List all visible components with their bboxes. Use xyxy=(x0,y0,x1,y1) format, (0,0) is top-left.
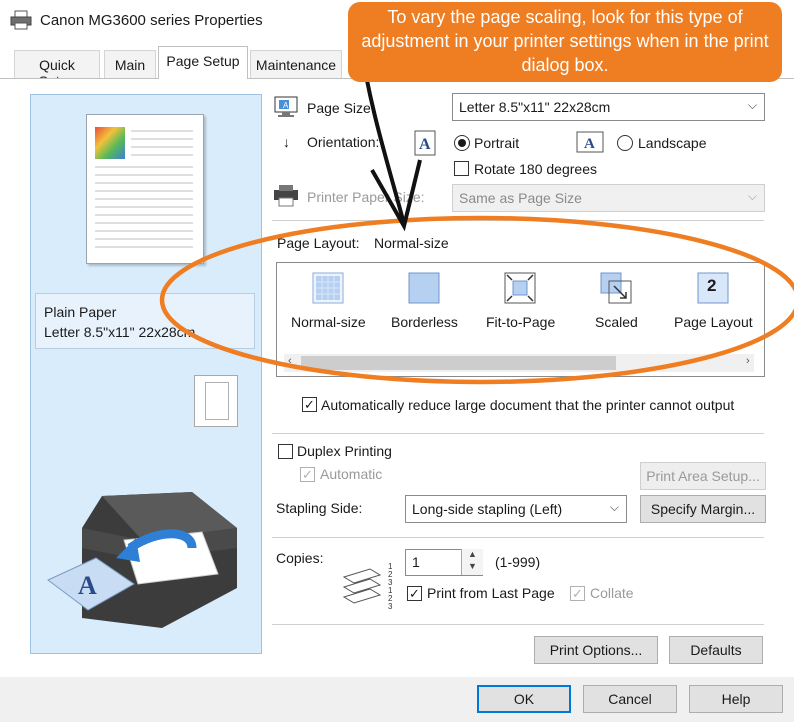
printer-paper-size-select[interactable]: Same as Page Size ⌵ xyxy=(452,184,765,212)
separator xyxy=(272,433,764,434)
landscape-label: Landscape xyxy=(638,135,707,151)
auto-reduce-checkbox[interactable]: ✓ xyxy=(302,397,317,412)
collate-checkbox[interactable]: ✓ xyxy=(570,586,585,601)
separator xyxy=(272,624,764,625)
page-layout-option-label: Page Layout xyxy=(674,314,753,330)
tab-page-setup[interactable]: Page Setup xyxy=(158,46,248,79)
small-paper-icon xyxy=(205,382,229,420)
ok-button[interactable]: OK xyxy=(477,685,571,713)
duplex-checkbox[interactable] xyxy=(278,444,293,459)
print-from-last-page-checkbox[interactable]: ✓ xyxy=(407,586,422,601)
automatic-checkbox[interactable]: ✓ xyxy=(300,467,315,482)
landscape-radio[interactable] xyxy=(617,135,633,151)
separator xyxy=(272,220,764,221)
rotate-180-label: Rotate 180 degrees xyxy=(474,161,597,177)
duplex-label: Duplex Printing xyxy=(297,443,392,459)
scaled-icon[interactable] xyxy=(600,272,632,304)
window-title: Canon MG3600 series Properties xyxy=(40,12,263,29)
print-area-setup-button[interactable]: Print Area Setup... xyxy=(640,462,766,490)
svg-text:3: 3 xyxy=(388,602,393,611)
tab-maintenance[interactable]: Maintenance xyxy=(250,50,342,78)
chevron-down-icon: ⌵ xyxy=(747,189,757,203)
scroll-left-icon[interactable]: ‹ xyxy=(288,355,292,367)
portrait-radio[interactable] xyxy=(454,135,470,151)
collate-label: Collate xyxy=(590,585,634,601)
portrait-orientation-icon: A xyxy=(414,130,436,156)
landscape-orientation-icon: A xyxy=(576,131,604,153)
print-from-last-page-label: Print from Last Page xyxy=(427,585,555,601)
orientation-label: Orientation: xyxy=(307,134,380,150)
normal-size-label: Normal-size xyxy=(291,314,366,330)
paper-type-label: Plain Paper xyxy=(44,304,117,320)
copies-label: Copies: xyxy=(276,550,324,566)
paper-info-box xyxy=(35,293,255,349)
borderless-icon[interactable] xyxy=(408,272,440,304)
page-preview-graphic xyxy=(95,127,193,248)
print-options-button[interactable]: Print Options... xyxy=(534,636,658,664)
printer-paper-icon xyxy=(274,185,298,207)
paper-size-preview-label: Letter 8.5"x11" 22x28cm xyxy=(44,324,196,340)
page-layout-label: Page Layout: xyxy=(277,235,360,251)
copies-stack-icon: 123 123 xyxy=(342,562,393,611)
stapling-side-label: Stapling Side: xyxy=(276,500,363,516)
page-size-select[interactable]: Letter 8.5"x11" 22x28cm ⌵ xyxy=(452,93,765,121)
page-layout-icon-digit: 2 xyxy=(707,276,717,295)
copies-spinner[interactable]: ▲ ▼ xyxy=(461,549,483,575)
copies-range: (1-999) xyxy=(495,554,541,570)
scaled-label: Scaled xyxy=(595,314,638,330)
borderless-label: Borderless xyxy=(391,314,458,330)
auto-reduce-label: Automatically reduce large document that… xyxy=(321,397,735,413)
spin-up-icon[interactable]: ▲ xyxy=(468,549,477,559)
svg-text:A: A xyxy=(283,101,289,110)
chevron-down-icon: ⌵ xyxy=(609,500,619,514)
automatic-label: Automatic xyxy=(320,466,383,482)
svg-text:A: A xyxy=(584,136,595,152)
chevron-down-icon: ⌵ xyxy=(747,98,757,112)
page-size-value: Letter 8.5"x11" 22x28cm xyxy=(459,99,611,115)
normal-size-icon[interactable] xyxy=(312,272,344,304)
copies-value: 1 xyxy=(412,554,420,570)
rotate-180-checkbox[interactable] xyxy=(454,161,469,176)
defaults-button[interactable]: Defaults xyxy=(669,636,763,664)
page-layout-value: Normal-size xyxy=(374,235,449,251)
fit-to-page-label: Fit-to-Page xyxy=(486,314,556,330)
scroll-right-icon[interactable]: › xyxy=(746,355,750,367)
stapling-side-select[interactable]: Long-side stapling (Left) ⌵ xyxy=(405,495,627,523)
help-button[interactable]: Help xyxy=(689,685,783,713)
cancel-button[interactable]: Cancel xyxy=(583,685,677,713)
tab-quick-setup[interactable]: Quick Setup xyxy=(14,50,100,89)
specify-margin-button[interactable]: Specify Margin... xyxy=(640,495,766,523)
printer-paper-size-label: Printer Paper Size: xyxy=(307,189,425,205)
page-size-label: Page Size: xyxy=(307,100,375,116)
tab-main[interactable]: Main xyxy=(104,50,156,78)
layout-scrollbar-thumb[interactable] xyxy=(301,356,616,370)
spin-down-icon[interactable]: ▼ xyxy=(468,561,477,571)
page-size-icon: A xyxy=(274,96,298,117)
svg-text:A: A xyxy=(419,136,431,153)
printer-illustration: A xyxy=(47,492,237,628)
fit-to-page-icon[interactable] xyxy=(504,272,536,304)
page-preview xyxy=(86,114,204,264)
stapling-side-value: Long-side stapling (Left) xyxy=(412,501,563,517)
printer-paper-size-value: Same as Page Size xyxy=(459,190,582,206)
annotation-callout: To vary the page scaling, look for this … xyxy=(348,2,782,82)
separator xyxy=(272,537,764,538)
arrow-down-icon: ↓ xyxy=(283,134,290,150)
svg-text:A: A xyxy=(78,571,97,600)
printer-icon xyxy=(10,10,32,30)
portrait-label: Portrait xyxy=(474,135,520,151)
